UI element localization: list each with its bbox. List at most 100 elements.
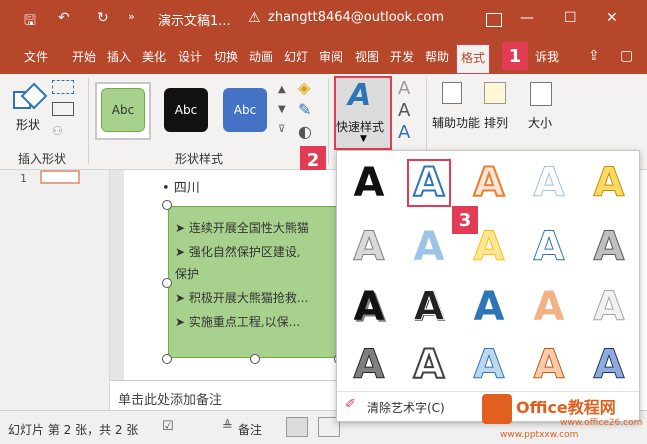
quick-styles-icon: A [348, 78, 372, 113]
arrange-icon[interactable] [484, 82, 506, 104]
wordart-style-6[interactable]: A [347, 223, 391, 271]
tab-transitions[interactable]: 切换 [214, 48, 238, 65]
save-icon[interactable]: 🖫 [24, 10, 36, 34]
notes-button[interactable]: 备注 [238, 421, 262, 438]
user-account[interactable]: zhangtt8464@outlook.com [268, 10, 444, 25]
wordart-style-18[interactable]: A [467, 341, 511, 389]
share-icon[interactable]: ⇪ [588, 48, 600, 64]
scroll-up-icon[interactable]: ▲ [278, 84, 286, 95]
wordart-style-9[interactable]: A [527, 223, 571, 271]
wordart-gallery: A A A A A A A A A A A A A A A A A A A A … [336, 150, 640, 422]
shapes-button[interactable]: 形状 [16, 116, 40, 133]
resize-handle[interactable] [162, 200, 172, 210]
edit-shape-icon[interactable] [52, 80, 74, 94]
tab-design[interactable]: 设计 [178, 48, 202, 65]
wordart-style-1[interactable]: A [347, 159, 391, 207]
slide-counter: 幻灯片 第 2 张，共 2 张 [8, 423, 139, 437]
text-box-icon[interactable] [52, 102, 74, 116]
wordart-style-10[interactable]: A [587, 223, 631, 271]
resize-handle[interactable] [162, 278, 172, 288]
tab-slideshow[interactable]: 幻灯 [284, 48, 308, 65]
shapes-icon[interactable] [12, 82, 48, 114]
size-button[interactable]: 大小 [528, 114, 552, 131]
arrange-button[interactable]: 排列 [484, 114, 508, 131]
tab-format[interactable]: 格式 [456, 44, 491, 74]
wordart-style-12[interactable]: A [407, 283, 451, 331]
wordart-style-15[interactable]: A [587, 283, 631, 331]
tab-insert[interactable]: 插入 [107, 48, 131, 65]
tab-developer[interactable]: 开发 [390, 48, 414, 65]
text-outline-icon[interactable]: A [398, 100, 410, 121]
tab-file[interactable]: 文件 [24, 48, 48, 65]
more-icon[interactable]: » [128, 10, 135, 23]
step-badge-3: 3 [452, 206, 478, 234]
wordart-style-5[interactable]: A [587, 159, 631, 207]
bullet-text: 保护 [175, 267, 200, 281]
minimize-icon[interactable]: — [520, 10, 534, 26]
tab-beautify[interactable]: 美化 [142, 48, 166, 65]
tab-help[interactable]: 帮助 [425, 48, 449, 65]
watermark-logo [482, 394, 512, 424]
bullet-text: ➤ 强化自然保护区建设, [175, 245, 301, 259]
resize-handle[interactable] [162, 354, 172, 364]
wordart-style-17[interactable]: A [407, 341, 451, 389]
accessibility-button[interactable]: 辅助功能 [432, 114, 480, 131]
wordart-style-14[interactable]: A [527, 283, 571, 331]
step-badge-1: 1 [502, 42, 528, 70]
maximize-icon[interactable]: ☐ [564, 10, 577, 26]
close-icon[interactable]: ✕ [606, 10, 618, 26]
watermark-url: www.pptxxw.com [500, 430, 579, 440]
spell-check-icon[interactable]: ☑ [162, 419, 174, 434]
text-effects-icon[interactable]: A [398, 122, 410, 143]
wordart-style-13[interactable]: A [467, 283, 511, 331]
size-icon[interactable] [530, 82, 552, 106]
group-insert-shapes: 插入形状 [18, 152, 67, 166]
slide-thumbnails-panel: 1 [0, 170, 110, 410]
style-sample-2[interactable]: Abc [164, 88, 208, 132]
resize-handle[interactable] [250, 354, 260, 364]
group-shape-styles: 形状样式 [175, 152, 224, 166]
shape-effects-icon[interactable]: ◐ [298, 122, 312, 141]
merge-shapes-icon[interactable]: ⚇ [52, 124, 74, 138]
chevron-down-icon: ▼ [360, 134, 367, 144]
style-sample-1[interactable]: Abc [101, 88, 145, 132]
wordart-style-3[interactable]: A [467, 159, 511, 207]
bullet-text: ➤ 积极开展大熊猫抢救... [175, 291, 309, 305]
file-name: 演示文稿1... [158, 14, 231, 29]
tab-view[interactable]: 视图 [355, 48, 379, 65]
clear-wordart-button[interactable]: 清除艺术字(C) [367, 399, 445, 416]
redo-icon[interactable]: ↻ [97, 10, 109, 26]
undo-icon[interactable]: ↶ [58, 10, 70, 26]
ribbon-tabs: 文件 开始 插入 美化 设计 切换 动画 幻灯 审阅 视图 开发 帮助 格式 诉… [0, 40, 647, 74]
bullet-text: ➤ 实施重点工程,以保... [175, 315, 301, 329]
bullet-text: • 四川 [162, 181, 200, 196]
wordart-style-16[interactable]: A [347, 341, 391, 389]
ribbon-display-icon[interactable] [486, 13, 502, 27]
watermark-brand: Office教程网 [516, 398, 616, 417]
alt-text-icon[interactable] [442, 82, 462, 104]
wordart-style-19[interactable]: A [527, 341, 571, 389]
shape-outline-icon[interactable]: ✎ [298, 100, 311, 119]
wordart-style-4[interactable]: A [527, 159, 571, 207]
wordart-style-20[interactable]: A [587, 341, 631, 389]
tab-home[interactable]: 开始 [72, 48, 96, 65]
tab-tell-me[interactable]: 诉我 [535, 48, 559, 65]
notes-icon[interactable]: ≜ [222, 419, 233, 434]
wordart-style-11[interactable]: A [347, 283, 391, 331]
selected-shape[interactable]: ➤ 连续开展全国性大熊猫 ➤ 强化自然保护区建设, 保护 ➤ 积极开展大熊猫抢救… [168, 206, 344, 358]
shape-fill-icon[interactable]: ◈ [298, 78, 310, 97]
normal-view-icon[interactable] [286, 417, 308, 437]
slide-thumbnail[interactable] [40, 170, 80, 184]
gallery-more-icon[interactable]: ⊽ [278, 124, 285, 135]
wordart-style-7[interactable]: A [407, 223, 451, 271]
title-bar: 🖫 ↶ ↻ » 演示文稿1... ⚠ zhangtt8464@outlook.c… [0, 0, 647, 40]
tab-review[interactable]: 审阅 [319, 48, 343, 65]
tab-animations[interactable]: 动画 [249, 48, 273, 65]
scroll-down-icon[interactable]: ▼ [278, 104, 286, 115]
style-sample-3[interactable]: Abc [223, 88, 267, 132]
warning-icon: ⚠ [248, 10, 261, 26]
notes-pane[interactable]: 单击此处添加备注 [110, 380, 340, 410]
text-fill-icon[interactable]: A [398, 78, 410, 99]
comments-icon[interactable]: ▢ [620, 48, 633, 64]
wordart-style-2[interactable]: A [407, 159, 451, 207]
